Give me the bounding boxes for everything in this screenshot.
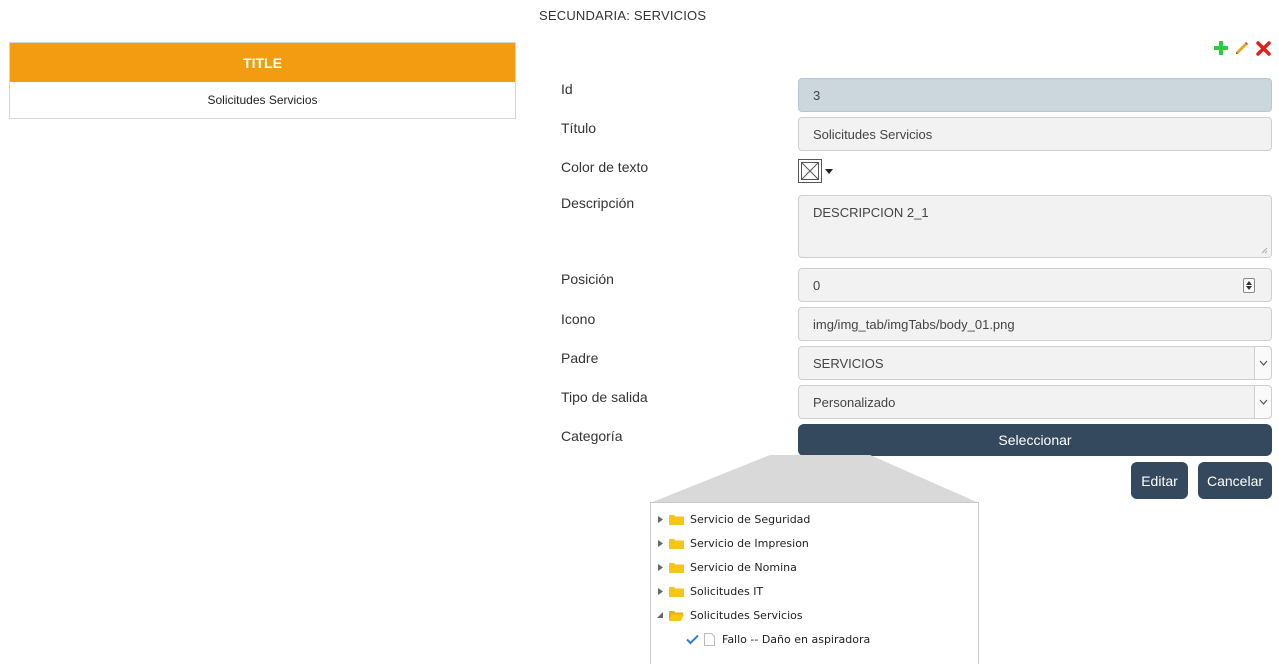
icono-label: Icono (561, 311, 596, 327)
column-header-title[interactable]: TITLE (10, 43, 515, 82)
id-label: Id (561, 81, 573, 97)
titulo-value: Solicitudes Servicios (813, 126, 933, 142)
folder-icon (669, 562, 684, 573)
color-label: Color de texto (561, 159, 649, 175)
id-value: 3 (813, 87, 821, 103)
padre-label: Padre (561, 350, 599, 366)
expand-arrow-icon[interactable] (653, 585, 667, 597)
document-icon (704, 632, 715, 646)
page-title: SECUNDARIA: SERVICIOS (539, 8, 707, 23)
titulo-input[interactable]: Solicitudes Servicios (798, 117, 1272, 151)
tree-node-label: Servicio de Nomina (690, 560, 797, 574)
folder-icon (669, 514, 684, 525)
plus-icon[interactable] (1212, 38, 1230, 58)
tipo-salida-value: Personalizado (813, 394, 896, 410)
descripcion-value: DESCRIPCION 2_1 (813, 205, 929, 220)
titulo-label: Título (561, 120, 597, 136)
table-row[interactable]: Solicitudes Servicios (10, 82, 515, 118)
folder-icon (669, 538, 684, 549)
descripcion-textarea[interactable]: DESCRIPCION 2_1 (798, 195, 1272, 258)
posicion-stepper[interactable]: 0 (798, 268, 1272, 302)
category-tree: Servicio de Seguridad Servicio de Impres… (650, 502, 979, 664)
record-toolbar (1212, 38, 1272, 58)
categoria-label: Categoría (561, 428, 623, 444)
id-field: 3 (798, 78, 1272, 112)
color-picker[interactable] (798, 157, 846, 185)
expand-arrow-icon[interactable] (653, 561, 667, 573)
tree-node-label: Solicitudes Servicios (690, 608, 803, 622)
tree-node[interactable]: Servicio de Impresion (651, 531, 978, 555)
padre-value: SERVICIOS (813, 355, 884, 371)
tree-leaf-label: Fallo -- Daño en aspiradora (722, 632, 871, 646)
no-color-icon (798, 159, 822, 183)
seleccionar-button[interactable]: Seleccionar (798, 424, 1272, 456)
icono-value: img/img_tab/imgTabs/body_01.png (813, 316, 1015, 332)
pencil-icon[interactable] (1233, 38, 1251, 58)
spinner-arrows-icon[interactable] (1243, 278, 1255, 293)
chevron-down-icon (1254, 347, 1271, 379)
tree-node[interactable]: Solicitudes IT (651, 579, 978, 603)
posicion-value: 0 (813, 277, 821, 293)
tree-node-label: Servicio de Seguridad (690, 512, 811, 526)
checkmark-icon[interactable] (685, 632, 700, 646)
padre-select[interactable]: SERVICIOS (798, 346, 1272, 380)
expand-arrow-icon[interactable] (653, 537, 667, 549)
icono-input[interactable]: img/img_tab/imgTabs/body_01.png (798, 307, 1272, 341)
tree-node-expanded[interactable]: Solicitudes Servicios (651, 603, 978, 627)
tree-node-label: Servicio de Impresion (690, 536, 809, 550)
tree-node-label: Solicitudes IT (690, 584, 764, 598)
collapse-arrow-icon[interactable] (653, 609, 667, 621)
edit-button[interactable]: Editar (1131, 462, 1188, 499)
expand-arrow-icon[interactable] (653, 513, 667, 525)
folder-icon (669, 586, 684, 597)
cancel-button[interactable]: Cancelar (1198, 462, 1272, 499)
chevron-down-icon (1254, 386, 1271, 418)
posicion-label: Posición (561, 271, 614, 287)
close-icon[interactable] (1254, 38, 1272, 58)
popup-pointer (650, 455, 979, 503)
records-table: TITLE Solicitudes Servicios (9, 42, 516, 119)
tipo-salida-label: Tipo de salida (561, 389, 648, 405)
tipo-salida-select[interactable]: Personalizado (798, 385, 1272, 419)
tree-leaf[interactable]: Fallo -- Daño en aspiradora (651, 627, 978, 651)
caret-down-icon (825, 168, 833, 174)
resize-grip-icon[interactable] (1260, 246, 1268, 254)
folder-open-icon (669, 610, 684, 621)
tree-node[interactable]: Servicio de Seguridad (651, 507, 978, 531)
descripcion-label: Descripción (561, 195, 635, 211)
tree-node[interactable]: Servicio de Nomina (651, 555, 978, 579)
